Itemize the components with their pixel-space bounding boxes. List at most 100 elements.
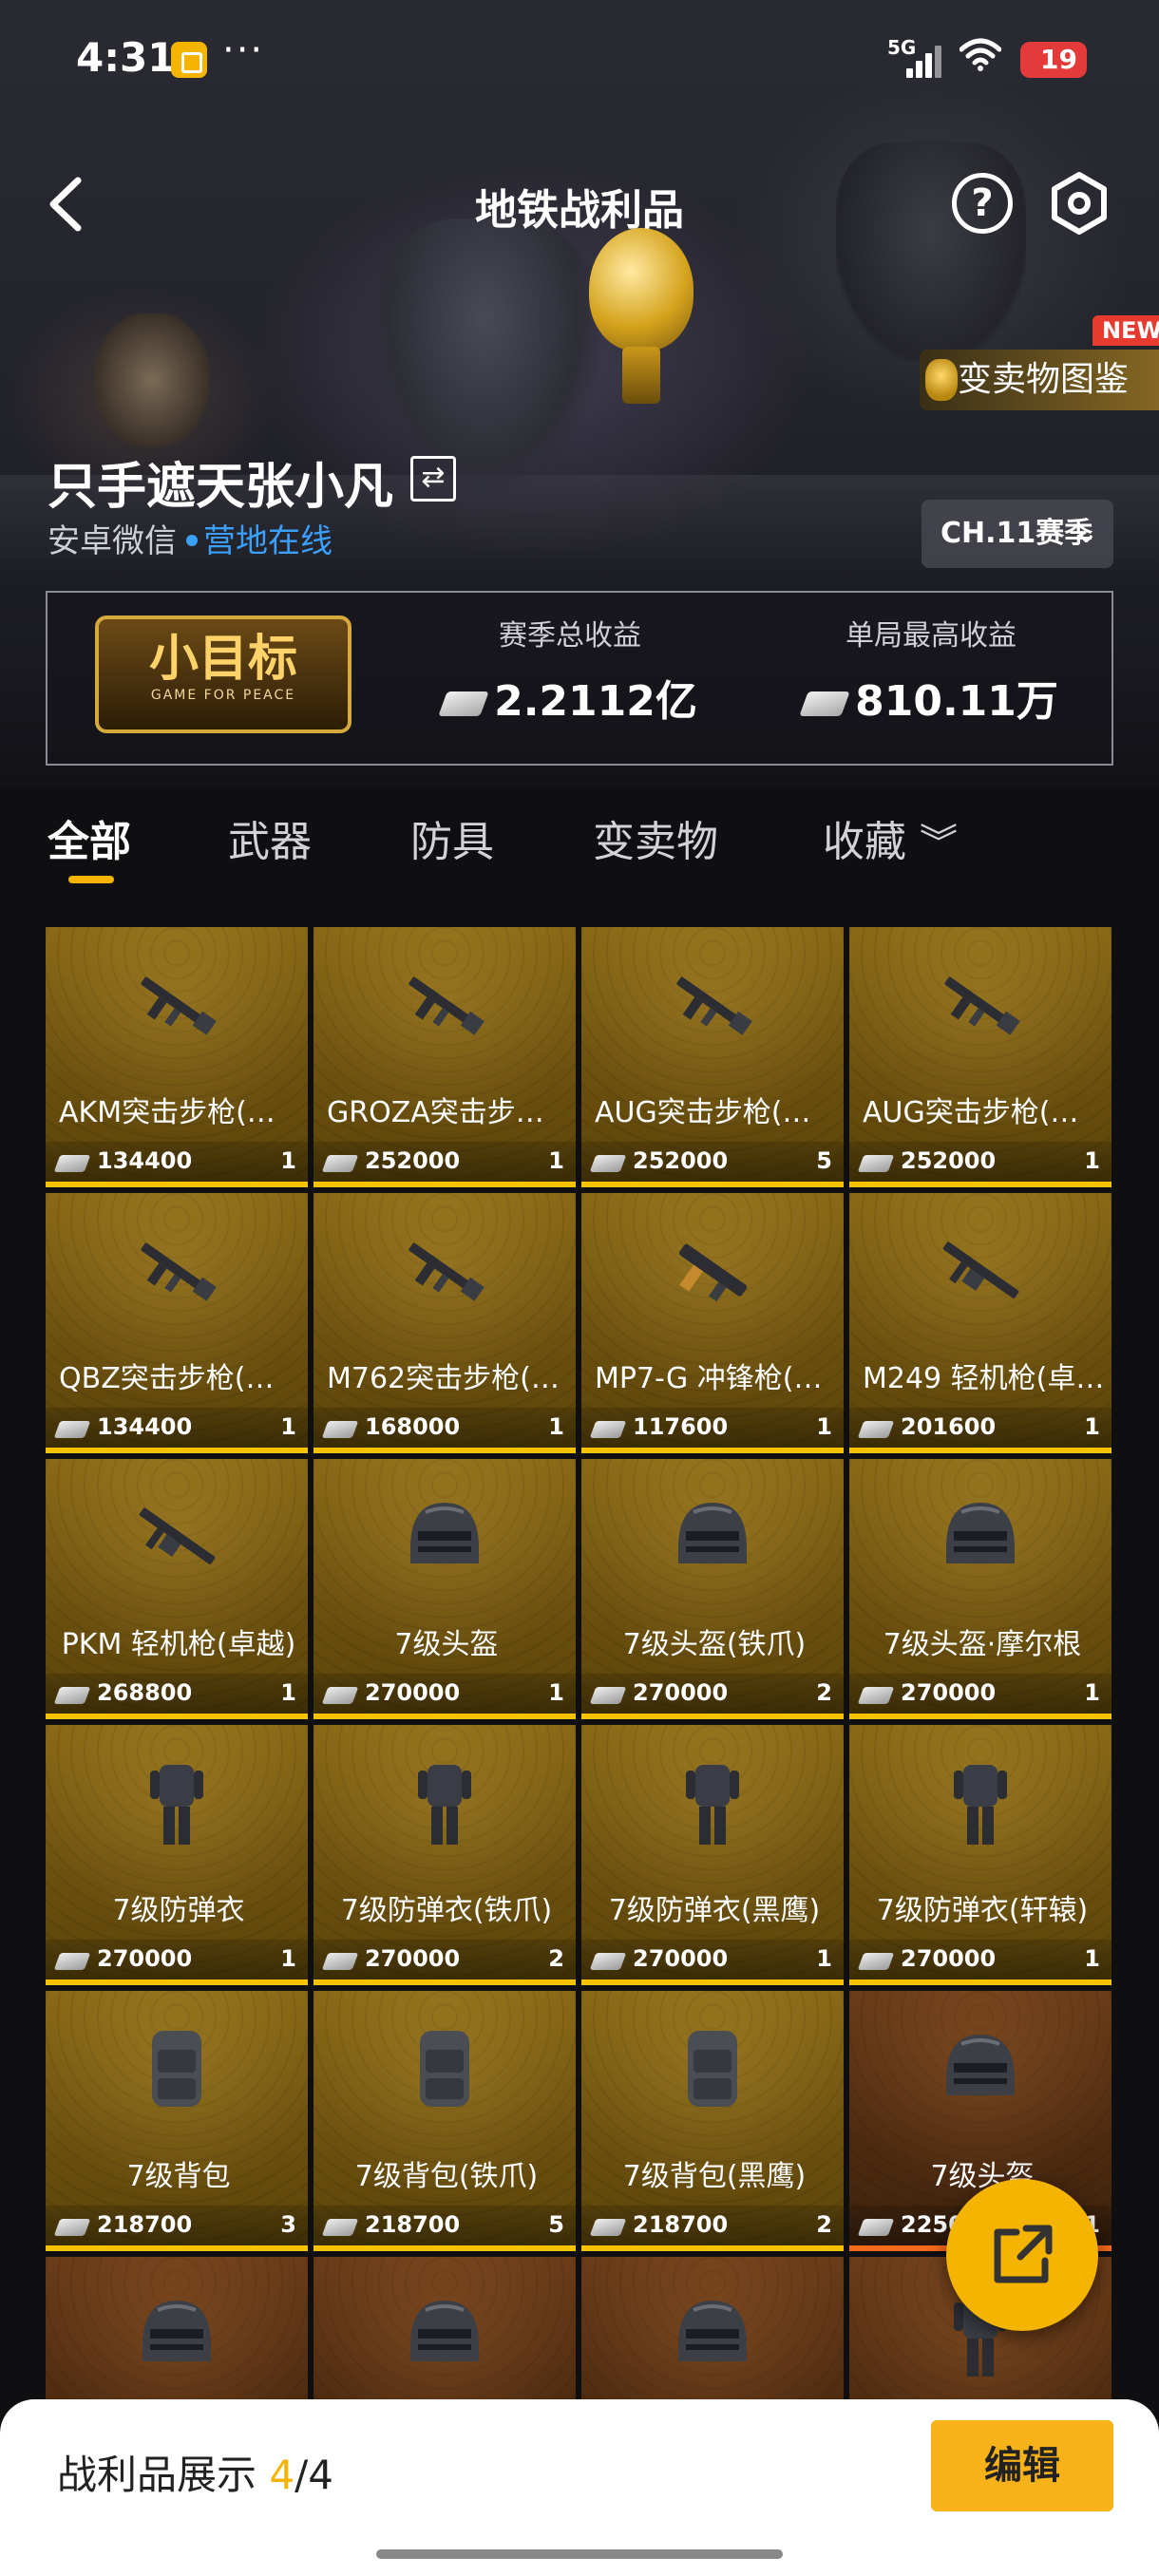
item-price: 134400 xyxy=(97,1147,193,1174)
signal-icon xyxy=(906,44,944,78)
goal-badge-subtitle: GAME FOR PEACE xyxy=(150,688,296,703)
item-count: 2 xyxy=(816,2211,832,2238)
platform-label: 安卓微信 xyxy=(48,522,177,560)
loot-item-tile[interactable]: 7级防弹衣(铁爪) 270000 2 xyxy=(314,1725,576,1985)
online-status: 营地在线 xyxy=(203,522,332,560)
loot-item-tile[interactable]: QBZ突击步枪(… 134400 1 xyxy=(46,1193,308,1453)
gold-trophy-image xyxy=(589,228,694,351)
loot-item-tile[interactable]: 7级背包(黑鹰) 218700 2 xyxy=(581,1991,844,2251)
item-price: 168000 xyxy=(365,1413,461,1440)
item-price-bar: 270000 1 xyxy=(581,1940,844,1985)
item-count: 1 xyxy=(280,1413,296,1440)
loot-item-tile[interactable]: 7级背包 218700 3 xyxy=(46,1991,308,2251)
armor-icon xyxy=(933,1755,1028,1850)
double-chevron-down-icon: ︾ xyxy=(920,822,958,865)
loot-item-tile[interactable]: 7级头盔 270000 1 xyxy=(314,1459,576,1719)
tab-favorites[interactable]: 收藏 ︾ xyxy=(823,807,958,868)
cash-icon xyxy=(857,1687,895,1704)
helmet-icon xyxy=(933,1489,1028,1584)
item-count: 5 xyxy=(816,1147,832,1174)
armor-icon xyxy=(397,1755,492,1850)
help-button[interactable]: ? xyxy=(952,173,1013,234)
loot-item-tile[interactable]: AUG突击步枪(… 252000 1 xyxy=(849,927,1112,1187)
cash-icon xyxy=(321,1421,359,1438)
item-price-bar: 270000 2 xyxy=(314,1940,576,1985)
item-name: 7级头盔 xyxy=(930,2160,1035,2193)
item-name: 7级防弹衣(铁爪) xyxy=(340,1894,553,1927)
settings-button[interactable] xyxy=(1047,171,1112,236)
armor-icon xyxy=(129,1755,224,1850)
loot-item-tile[interactable]: 7级头盔·摩尔根 270000 1 xyxy=(849,1459,1112,1719)
helmet-icon xyxy=(397,1489,492,1584)
loot-item-tile[interactable]: 7级防弹衣(轩辕) 270000 1 xyxy=(849,1725,1112,1985)
loot-item-tile[interactable]: M249 轻机枪(卓… 201600 1 xyxy=(849,1193,1112,1453)
item-name: 7级防弹衣 xyxy=(112,1894,245,1927)
cash-icon xyxy=(857,1421,895,1438)
loot-item-tile[interactable]: 7级防弹衣(黑鹰) 270000 1 xyxy=(581,1725,844,1985)
item-price-bar: 134400 1 xyxy=(46,1142,308,1187)
hexagon-settings-icon xyxy=(1052,172,1107,235)
item-price-bar: 270000 1 xyxy=(314,1674,576,1719)
item-price: 252000 xyxy=(633,1147,729,1174)
cash-icon xyxy=(438,691,489,716)
item-count: 1 xyxy=(548,1679,564,1706)
cash-icon xyxy=(857,1953,895,1970)
cash-icon xyxy=(589,1687,627,1704)
season-total-label: 赛季总收益 xyxy=(499,619,641,653)
share-button[interactable] xyxy=(946,2179,1098,2331)
item-count: 1 xyxy=(1084,1147,1100,1174)
item-price-bar: 270000 1 xyxy=(46,1940,308,1985)
loot-item-tile[interactable]: 7级头盔(铁爪) 270000 2 xyxy=(581,1459,844,1719)
tab-armor[interactable]: 防具 xyxy=(410,807,494,868)
showcase-count: 战利品展示 4/4 xyxy=(57,2443,333,2501)
season-dropdown[interactable]: CH.11赛季 ⌄ xyxy=(922,500,1113,568)
tab-weapons[interactable]: 武器 xyxy=(228,807,312,868)
backpack-icon xyxy=(129,2021,224,2116)
active-tab-indicator xyxy=(68,876,114,883)
item-name: 7级背包(铁爪) xyxy=(354,2160,539,2193)
item-price-bar: 270000 2 xyxy=(581,1674,844,1719)
loot-item-tile[interactable]: 7级背包(铁爪) 218700 5 xyxy=(314,1991,576,2251)
tab-all[interactable]: 全部 xyxy=(48,807,131,868)
item-name: GROZA突击步… xyxy=(327,1096,544,1129)
switch-account-icon[interactable]: ⇄ xyxy=(410,456,456,502)
cash-icon xyxy=(53,1687,91,1704)
online-dot-icon xyxy=(186,534,198,546)
item-price: 252000 xyxy=(365,1147,461,1174)
player-platform-line: 安卓微信 营地在线 xyxy=(48,515,332,561)
backpack-icon xyxy=(665,2021,760,2116)
item-price: 252000 xyxy=(901,1147,997,1174)
home-indicator[interactable] xyxy=(376,2549,783,2559)
loot-item-tile[interactable]: M762突击步枪(… 168000 1 xyxy=(314,1193,576,1453)
sell-items-gallery-button[interactable]: 变卖物图鉴 xyxy=(920,350,1159,410)
armor-figure-image xyxy=(361,218,608,503)
app-notification-icon xyxy=(171,42,207,78)
rifle-icon xyxy=(129,1223,224,1318)
item-price: 218700 xyxy=(97,2211,193,2238)
wifi-icon xyxy=(959,38,1002,79)
item-price-bar: 168000 1 xyxy=(314,1408,576,1453)
category-tabs: 全部 武器 防具 变卖物 收藏 ︾ xyxy=(0,807,1159,893)
sell-items-gallery-label: 变卖物图鉴 xyxy=(958,360,1130,399)
best-match-label: 单局最高收益 xyxy=(846,619,1016,653)
item-price-bar: 218700 3 xyxy=(46,2206,308,2251)
item-name: AKM突击步枪(… xyxy=(59,1096,276,1129)
tab-sell-items[interactable]: 变卖物 xyxy=(593,807,718,868)
loot-item-tile[interactable]: MP7-G 冲锋枪(… 117600 1 xyxy=(581,1193,844,1453)
chevron-down-icon: ⌄ xyxy=(1074,517,1098,550)
item-count: 1 xyxy=(280,1147,296,1174)
cash-icon xyxy=(321,2219,359,2236)
loot-item-tile[interactable]: GROZA突击步… 252000 1 xyxy=(314,927,576,1187)
edit-button[interactable]: 编辑 xyxy=(931,2420,1113,2511)
loot-item-tile[interactable]: 7级防弹衣 270000 1 xyxy=(46,1725,308,1985)
helmet-icon xyxy=(665,2287,760,2382)
backpack-icon xyxy=(397,2021,492,2116)
armor-icon xyxy=(665,1755,760,1850)
item-name: M762突击步枪(… xyxy=(327,1362,560,1395)
loot-item-tile[interactable]: AKM突击步枪(… 134400 1 xyxy=(46,927,308,1187)
loot-item-tile[interactable]: PKM 轻机枪(卓越) 268800 1 xyxy=(46,1459,308,1719)
loot-item-tile[interactable]: AUG突击步枪(… 252000 5 xyxy=(581,927,844,1187)
item-price: 270000 xyxy=(365,1679,461,1706)
item-price-bar: 252000 5 xyxy=(581,1142,844,1187)
item-price-bar: 201600 1 xyxy=(849,1408,1112,1453)
